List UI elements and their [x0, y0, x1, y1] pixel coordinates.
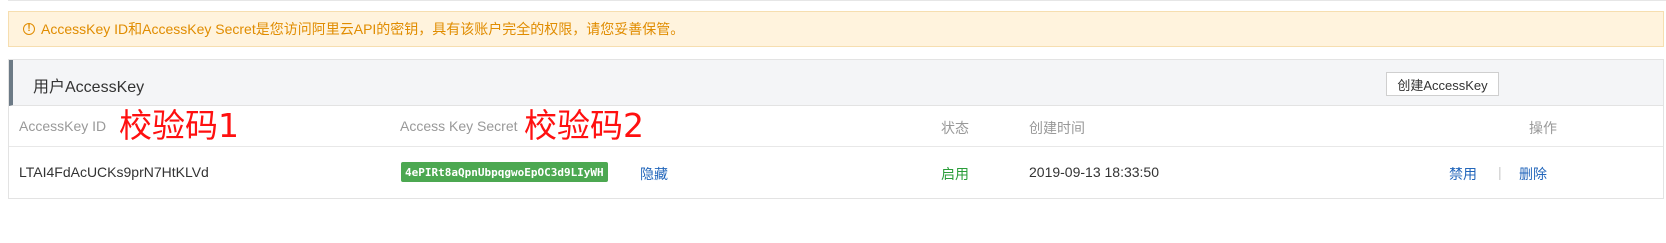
annotation-label-2: 校验码2 — [524, 106, 644, 145]
header-divider — [9, 146, 1663, 147]
annotation-label-1: 校验码1 — [119, 106, 239, 145]
accesskey-id-cell: LTAI4FdAcUCKs9prN7HtKLVd — [19, 164, 209, 180]
create-accesskey-button[interactable]: 创建AccessKey — [1386, 72, 1499, 96]
column-header-accesskey-id: AccessKey ID — [19, 118, 107, 134]
alert-text: AccessKey ID和AccessKey Secret是您访问阿里云API的… — [41, 21, 685, 37]
security-alert: ! AccessKey ID和AccessKey Secret是您访问阿里云AP… — [8, 11, 1664, 47]
column-header-actions: 操作 — [1529, 120, 1557, 136]
column-header-secret: Access Key Secret — [400, 118, 518, 134]
panel-title: 用户AccessKey — [33, 79, 145, 96]
delete-link[interactable]: 删除 — [1519, 164, 1547, 184]
action-separator: | — [1498, 164, 1502, 180]
column-header-status: 状态 — [941, 120, 969, 136]
disable-link[interactable]: 禁用 — [1449, 164, 1477, 184]
accesskey-secret-value: 4ePIRt8aQpnUbpqgwoEpOC3d9LIyWH — [401, 162, 608, 182]
status-badge: 启用 — [941, 166, 969, 182]
panel-header: 用户AccessKey 创建AccessKey — [9, 60, 1663, 106]
accesskey-panel: 用户AccessKey 创建AccessKey AccessKey ID Acc… — [8, 59, 1664, 199]
exclamation-circle-icon: ! — [23, 23, 35, 35]
created-time-cell: 2019-09-13 18:33:50 — [1029, 164, 1159, 180]
hide-secret-link[interactable]: 隐藏 — [640, 164, 668, 184]
top-divider — [8, 0, 1666, 1]
column-header-created: 创建时间 — [1029, 120, 1085, 136]
